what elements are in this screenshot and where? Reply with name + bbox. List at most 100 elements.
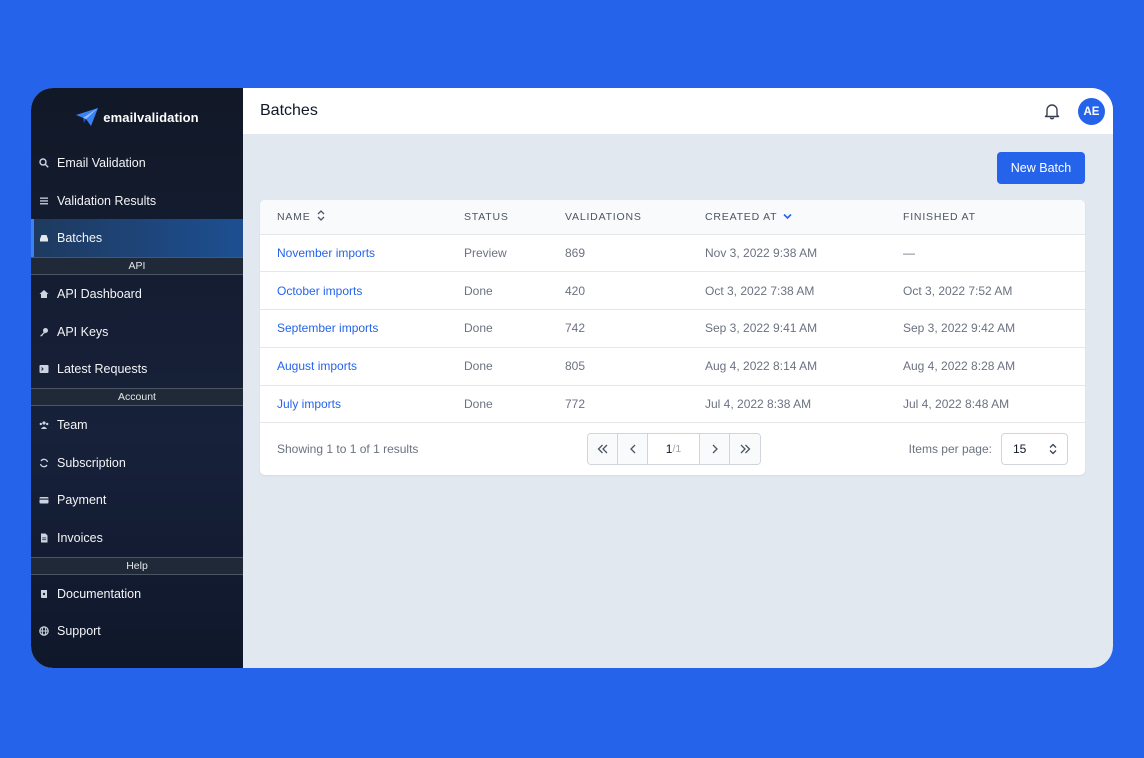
sidebar-item-batches[interactable]: Batches <box>31 219 243 258</box>
batch-validations: 742 <box>565 321 586 336</box>
credit-card-icon <box>39 495 49 505</box>
batch-finished-at: Oct 3, 2022 7:52 AM <box>903 283 1013 298</box>
sidebar-item-email-validation[interactable]: Email Validation <box>31 144 243 182</box>
batch-finished-at: Sep 3, 2022 9:42 AM <box>903 321 1016 336</box>
first-page-button[interactable] <box>588 434 618 465</box>
sidebar-item-label: Latest Requests <box>57 362 148 377</box>
users-icon <box>39 420 49 430</box>
avatar[interactable]: AE <box>1078 98 1105 125</box>
sidebar-item-label: Payment <box>57 493 107 508</box>
home-icon <box>39 289 49 299</box>
batch-finished-at: Aug 4, 2022 8:28 AM <box>903 359 1016 374</box>
sidebar-section-account: Account <box>31 388 243 407</box>
sidebar-item-payment[interactable]: Payment <box>31 482 243 520</box>
total-pages: /1 <box>672 443 682 456</box>
globe-icon <box>39 626 49 637</box>
brand[interactable]: emailvalidation <box>31 88 243 144</box>
chevron-down-icon[interactable] <box>783 211 792 223</box>
sidebar-item-label: Batches <box>57 231 103 246</box>
items-per-page-select[interactable]: 15 <box>1001 433 1068 466</box>
document-icon <box>39 533 49 543</box>
sidebar-item-latest-requests[interactable]: Latest Requests <box>31 350 243 388</box>
pagination: 1/1 <box>587 433 761 466</box>
items-per-page-value: 15 <box>1013 442 1027 457</box>
batch-created-at: Oct 3, 2022 7:38 AM <box>705 283 815 298</box>
results-summary: Showing 1 to 1 of 1 results <box>277 442 419 457</box>
batches-table: NAME STATUS VALIDATIONS CREATED AT FINIS… <box>260 200 1085 423</box>
batch-created-at: Sep 3, 2022 9:41 AM <box>705 321 818 336</box>
batch-finished-at: Jul 4, 2022 8:48 AM <box>903 397 1010 412</box>
sidebar-item-label: Team <box>57 417 88 432</box>
last-page-button[interactable] <box>730 434 760 465</box>
sidebar-item-documentation[interactable]: Documentation <box>31 575 243 613</box>
sidebar-item-api-dashboard[interactable]: API Dashboard <box>31 275 243 313</box>
list-icon <box>39 196 49 206</box>
sort-updown-icon[interactable] <box>317 209 325 224</box>
batch-name-link[interactable]: October imports <box>260 272 447 310</box>
current-page: 1 <box>665 442 673 457</box>
select-updown-icon <box>1049 443 1057 458</box>
chevron-right-icon <box>711 442 719 457</box>
batch-status: Done <box>464 397 493 412</box>
sidebar-item-label: Invoices <box>57 531 103 546</box>
brand-name: emailvalidation <box>103 109 199 125</box>
new-batch-button[interactable]: New Batch <box>997 152 1085 184</box>
batch-created-at: Aug 4, 2022 8:14 AM <box>705 359 818 374</box>
batch-status: Preview <box>464 245 507 260</box>
sidebar-item-label: Documentation <box>57 586 142 601</box>
batch-created-at: Nov 3, 2022 9:38 AM <box>705 245 818 260</box>
column-label: NAME <box>277 210 311 223</box>
app-window: emailvalidation Email Validation Validat… <box>31 88 1113 668</box>
column-label: CREATED AT <box>705 210 778 223</box>
column-label: VALIDATIONS <box>565 210 642 223</box>
batch-finished-at: — <box>903 245 915 260</box>
table-row: July imports Done 772 Jul 4, 2022 8:38 A… <box>260 385 1085 423</box>
batch-status: Done <box>464 321 493 336</box>
table-header-row: NAME STATUS VALIDATIONS CREATED AT FINIS… <box>260 200 1085 235</box>
batch-name-link[interactable]: September imports <box>260 310 447 348</box>
sidebar-item-label: Email Validation <box>57 155 146 170</box>
batch-validations: 869 <box>565 245 586 260</box>
table-row: October imports Done 420 Oct 3, 2022 7:3… <box>260 272 1085 310</box>
column-header-created-at[interactable]: CREATED AT <box>688 200 886 235</box>
sidebar-item-team[interactable]: Team <box>31 406 243 444</box>
batch-name-link[interactable]: July imports <box>260 385 447 423</box>
batch-created-at: Jul 4, 2022 8:38 AM <box>705 397 812 412</box>
page-title: Batches <box>260 102 318 119</box>
previous-page-button[interactable] <box>618 434 648 465</box>
column-header-name[interactable]: NAME <box>260 200 447 235</box>
batch-validations: 772 <box>565 397 586 412</box>
batch-status: Done <box>464 283 493 298</box>
sidebar-item-support[interactable]: Support <box>31 613 243 651</box>
sidebar-item-invoices[interactable]: Invoices <box>31 519 243 557</box>
sidebar-item-label: Subscription <box>57 455 126 470</box>
page-indicator[interactable]: 1/1 <box>648 434 700 465</box>
items-per-page-label: Items per page: <box>908 442 992 457</box>
chevron-left-icon <box>629 442 637 457</box>
next-page-button[interactable] <box>700 434 730 465</box>
batch-validations: 805 <box>565 359 586 374</box>
terminal-icon <box>39 364 49 374</box>
sidebar-item-api-keys[interactable]: API Keys <box>31 313 243 351</box>
refresh-icon <box>39 458 49 468</box>
batch-name-link[interactable]: August imports <box>260 347 447 385</box>
book-icon <box>39 589 49 599</box>
sidebar-item-subscription[interactable]: Subscription <box>31 444 243 482</box>
batch-validations: 420 <box>565 283 586 298</box>
table-row: November imports Preview 869 Nov 3, 2022… <box>260 234 1085 272</box>
column-header-status: STATUS <box>447 200 548 235</box>
table-row: August imports Done 805 Aug 4, 2022 8:14… <box>260 347 1085 386</box>
bell-icon[interactable] <box>1043 102 1061 120</box>
sidebar-item-validation-results[interactable]: Validation Results <box>31 182 243 220</box>
search-icon <box>39 158 49 168</box>
column-label: FINISHED AT <box>903 210 976 223</box>
key-icon <box>39 327 49 337</box>
sidebar-item-label: API Keys <box>57 324 109 339</box>
sidebar-section-api: API <box>31 257 243 276</box>
table-footer: Showing 1 to 1 of 1 results 1/1 Items pe… <box>260 423 1085 475</box>
sidebar-section-help: Help <box>31 556 243 575</box>
sidebar-item-label: Support <box>57 624 101 639</box>
chevrons-left-icon <box>597 442 609 457</box>
batches-table-card: NAME STATUS VALIDATIONS CREATED AT FINIS… <box>260 200 1085 475</box>
batch-name-link[interactable]: November imports <box>260 234 447 272</box>
